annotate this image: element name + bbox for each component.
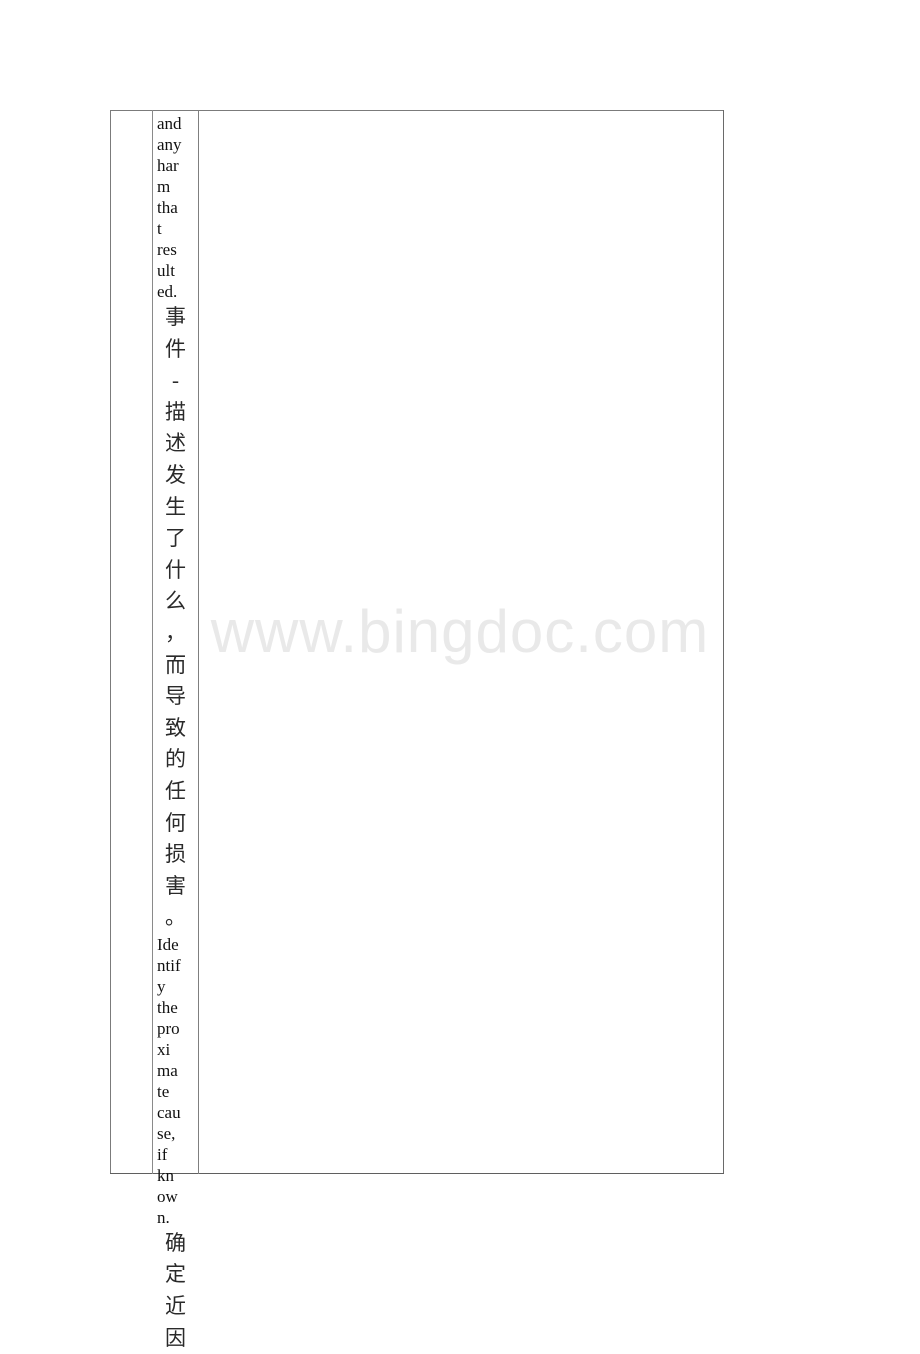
table-cell-narrow-text: and any har m tha t res ult ed. 事件 - 描述发生了什么 ， 而导致的任何… [152,110,199,1350]
text-line: any [157,135,182,154]
text-line: 什 [165,557,186,582]
text-line: ntif [157,955,181,975]
text-line: 事 [165,305,186,329]
text-line: 任 [165,778,186,803]
text-line: 害 [165,873,186,898]
text-line: 致 [165,715,186,740]
text-line: 么 [165,589,186,614]
text-line: ow [157,1186,178,1206]
text-line: 述 [165,431,186,456]
text-line: ma [157,1060,178,1080]
text-line: ult [157,261,175,280]
text-line: 近 [165,1294,186,1319]
table-cell-right-blank [199,111,724,1174]
text-line: ， [165,620,186,645]
text-line: 因 [165,1325,186,1350]
table-cell-left-spacer [110,110,153,1174]
text-line: 发 [165,462,186,487]
text-line: m [157,177,171,196]
text-line: pro [157,1018,180,1038]
text-line: tha [157,198,178,217]
text-line: 何 [165,810,186,835]
text-line: te [157,1081,170,1101]
text-line: 的 [165,747,186,772]
text-line: 。 [165,905,186,930]
text-line: cau [157,1102,181,1122]
text-line: 了 [165,526,186,551]
text-line: se, [157,1123,176,1143]
text-line: if [157,1144,168,1164]
text-line: 导 [165,684,186,709]
text-line: har [157,156,179,175]
text-line: 描 [165,399,186,424]
text-line: t [157,219,162,238]
text-line: 确 [165,1230,186,1255]
text-line: - [172,368,179,393]
text-line: ed. [157,282,178,301]
text-line: 件 [165,336,186,361]
text-line: 而 [165,652,186,677]
text-line: Ide [157,934,179,954]
text-line: the [157,997,178,1017]
text-line: 定 [165,1262,186,1287]
text-line: 损 [165,842,186,867]
text-line: and [157,114,182,133]
text-line: xi [157,1039,171,1059]
wrapped-text-stack: and any har m tha t res ult ed. 事件 - 描述发生了什么 ， 而导致的任何… [153,113,198,1354]
text-line: y [157,976,166,996]
table-row: and any har m tha t res ult ed. 事件 - 描述发生了什么 ， 而导致的任何… [110,110,724,1350]
document-page: www.bingdoc.com and any har m tha t res ult ed. 事… [0,0,920,1350]
text-line: res [157,240,177,259]
document-table: and any har m tha t res ult ed. 事件 - 描述发生了什么 ， 而导致的任何… [110,110,724,1350]
text-line: 生 [165,494,186,519]
text-line: n. [157,1207,170,1227]
text-line: kn [157,1165,174,1185]
narrow-text-cell-inner: and any har m tha t res ult ed. 事件 - 描述发生了什么 ， 而导致的任何… [153,111,198,1350]
